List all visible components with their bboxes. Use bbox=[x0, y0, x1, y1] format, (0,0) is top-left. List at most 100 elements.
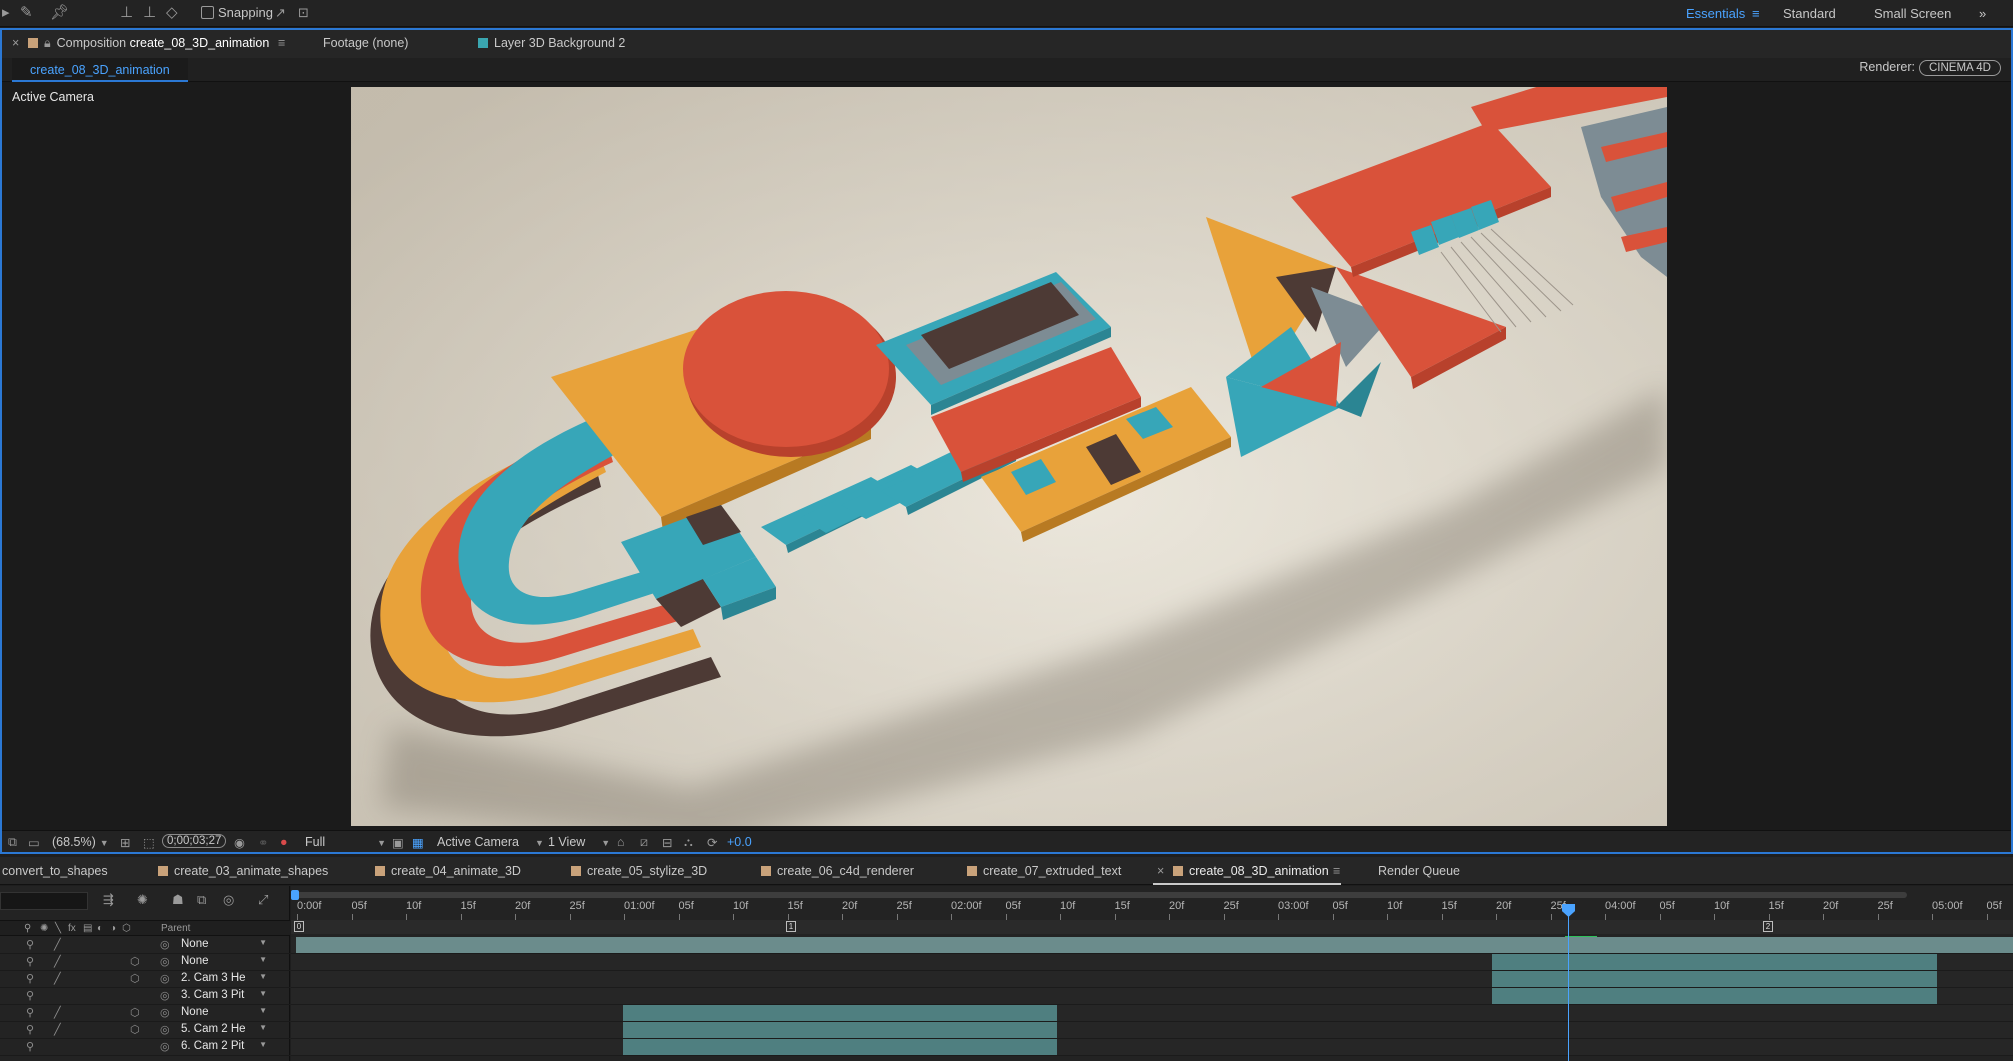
layer-row[interactable]: ⚲ ╱ ⬡ ◎ None ▼ bbox=[0, 1005, 290, 1022]
shy-icon[interactable]: ⚲ bbox=[26, 938, 34, 951]
tab-create-04[interactable]: create_04_animate_3D bbox=[375, 864, 521, 878]
lock-icon[interactable]: 🔒︎ bbox=[44, 36, 51, 50]
parent-dropdown[interactable]: None ▼ bbox=[181, 938, 267, 952]
3d-layer-icon[interactable]: ⬡ bbox=[130, 1023, 140, 1036]
quality-icon[interactable]: ╱ bbox=[54, 955, 61, 968]
fast-previews-icon[interactable]: ⧄ bbox=[640, 835, 648, 850]
composition-marker[interactable]: 0 bbox=[294, 921, 304, 932]
reset-exposure-icon[interactable]: ⟳ bbox=[707, 835, 717, 850]
shy-icon[interactable]: ⚲ bbox=[26, 1006, 34, 1019]
world-axis-icon[interactable]: ⊥ bbox=[143, 4, 156, 22]
timecode-display[interactable]: 0;00;03;27 bbox=[162, 834, 227, 848]
current-time-indicator[interactable] bbox=[1568, 904, 1569, 1061]
pick-whip-icon[interactable]: ◎ bbox=[160, 1023, 170, 1036]
color-channels-icon[interactable]: ● bbox=[280, 835, 288, 849]
composition-marker[interactable]: 1 bbox=[786, 921, 796, 932]
workspace-overflow-icon[interactable]: » bbox=[1979, 6, 1986, 21]
workspace-menu-icon[interactable]: ≡ bbox=[1752, 6, 1760, 21]
layer-row[interactable]: ⚲ ◎ 6. Cam 2 Pit ▼ bbox=[0, 1039, 290, 1056]
snap-option-icon[interactable]: ↗ bbox=[275, 4, 286, 22]
time-ruler[interactable]: 0:00f 05f 10f 15f 20f 25f 01:00f 05f 10f 15f 20f 25… bbox=[291, 900, 2013, 920]
shy-layers-icon[interactable]: ☗ bbox=[172, 892, 184, 908]
monitor-icon[interactable]: ▭ bbox=[28, 835, 40, 850]
pick-whip-icon[interactable]: ◎ bbox=[160, 938, 170, 951]
toggle-pixel-aspect-icon[interactable]: ⌂ bbox=[617, 835, 625, 849]
snapshot-icon[interactable]: ◉ bbox=[234, 835, 245, 850]
pick-whip-icon[interactable]: ◎ bbox=[160, 989, 170, 1002]
motion-blur-icon[interactable]: ◎ bbox=[223, 892, 234, 908]
layer-bar[interactable] bbox=[1492, 971, 1937, 987]
camera-view-dropdown[interactable]: Active Camera ▼ bbox=[437, 835, 544, 849]
timeline-menu-icon[interactable]: ≡ bbox=[1333, 864, 1340, 878]
tab-create-06[interactable]: create_06_c4d_renderer bbox=[761, 864, 914, 878]
tool-caret-icon[interactable]: ▸ bbox=[2, 4, 10, 22]
always-preview-icon[interactable]: ⧉ bbox=[8, 835, 17, 850]
timeline-link-icon[interactable]: ⊟ bbox=[662, 835, 672, 850]
puppet-pin-icon[interactable]: 📌︎ bbox=[50, 4, 69, 22]
workspace-essentials[interactable]: Essentials bbox=[1686, 6, 1745, 21]
tab-render-queue[interactable]: Render Queue bbox=[1378, 864, 1460, 878]
view-layout-dropdown[interactable]: 1 View ▼ bbox=[548, 835, 610, 849]
layer-search-input[interactable] bbox=[0, 892, 88, 910]
frame-blending-icon[interactable]: ⧉ bbox=[197, 892, 206, 908]
region-of-interest-icon[interactable]: ▣ bbox=[392, 835, 404, 850]
layer-row[interactable]: ⚲ ╱ ⬡ ◎ 2. Cam 3 He ▼ bbox=[0, 971, 290, 988]
layer-tab[interactable]: Layer 3D Background 2 bbox=[478, 36, 625, 50]
layer-row[interactable]: ⚲ ╱ ◎ None ▼ bbox=[0, 937, 290, 954]
shy-icon[interactable]: ⚲ bbox=[26, 1040, 34, 1053]
pick-whip-icon[interactable]: ◎ bbox=[160, 955, 170, 968]
workspace-small-screen[interactable]: Small Screen bbox=[1874, 6, 1951, 21]
shy-icon[interactable]: ⚲ bbox=[26, 955, 34, 968]
3d-layer-icon[interactable]: ⬡ bbox=[130, 972, 140, 985]
shy-icon[interactable]: ⚲ bbox=[26, 972, 34, 985]
resolution-dropdown[interactable]: Full ▼ bbox=[305, 835, 386, 849]
tab-create-07[interactable]: create_07_extruded_text bbox=[967, 864, 1121, 878]
composition-tab[interactable]: 🔒︎ Composition create_08_3D_animation bbox=[28, 36, 269, 51]
work-area-bar[interactable] bbox=[291, 890, 1907, 900]
3d-layer-icon[interactable]: ⬡ bbox=[130, 955, 140, 968]
pick-whip-icon[interactable]: ◎ bbox=[160, 1040, 170, 1053]
composition-marker[interactable]: 2 bbox=[1763, 921, 1773, 932]
tab-create-08[interactable]: create_08_3D_animation bbox=[1153, 864, 1341, 885]
show-snapshot-icon[interactable]: ⚭ bbox=[258, 835, 268, 850]
comp-mini-flowchart-icon[interactable]: ⇶ bbox=[103, 892, 114, 908]
snapping-checkbox[interactable] bbox=[201, 6, 214, 19]
transparency-grid-icon[interactable]: ▦ bbox=[412, 835, 424, 850]
layer-bar[interactable] bbox=[1492, 988, 1937, 1004]
renderer-control[interactable]: Renderer: CINEMA 4D bbox=[1859, 60, 2001, 76]
tab-convert-to-shapes[interactable]: convert_to_shapes bbox=[2, 864, 108, 878]
quality-icon[interactable]: ╱ bbox=[54, 972, 61, 985]
tab-close-icon[interactable]: × bbox=[1157, 864, 1164, 878]
timeline-area[interactable]: 0:00f 05f 10f 15f 20f 25f 01:00f 05f 10f 15f 20f 25… bbox=[291, 886, 2013, 1061]
snap-extend-icon[interactable]: ⊡ bbox=[298, 4, 309, 22]
composition-subtab[interactable]: create_08_3D_animation bbox=[12, 58, 188, 82]
workspace-standard[interactable]: Standard bbox=[1783, 6, 1836, 21]
graph-editor-icon[interactable]: ⤢ bbox=[258, 892, 268, 908]
parent-dropdown[interactable]: 6. Cam 2 Pit ▼ bbox=[181, 1040, 267, 1054]
draft-3d-icon[interactable]: ✺ bbox=[137, 892, 148, 908]
layer-bar[interactable] bbox=[296, 937, 2013, 953]
safe-zones-icon[interactable]: ⬚ bbox=[143, 835, 155, 850]
footage-tab[interactable]: Footage (none) bbox=[323, 36, 408, 50]
layer-bar[interactable] bbox=[1492, 954, 1937, 970]
roto-brush-icon[interactable]: ✎ bbox=[20, 4, 33, 22]
pick-whip-icon[interactable]: ◎ bbox=[160, 1006, 170, 1019]
tab-create-05[interactable]: create_05_stylize_3D bbox=[571, 864, 707, 878]
shy-icon[interactable]: ⚲ bbox=[26, 1023, 34, 1036]
fit-icon[interactable]: ⊞ bbox=[120, 835, 130, 850]
quality-icon[interactable]: ╱ bbox=[54, 938, 61, 951]
local-axis-icon[interactable]: ⊥ bbox=[120, 4, 133, 22]
layer-bar[interactable] bbox=[623, 1005, 1057, 1021]
layer-bar[interactable] bbox=[623, 1022, 1057, 1038]
zoom-dropdown[interactable]: (68.5%) ▼ bbox=[52, 835, 109, 849]
shy-icon[interactable]: ⚲ bbox=[26, 989, 34, 1002]
parent-dropdown[interactable]: None ▼ bbox=[181, 1006, 267, 1020]
3d-layer-icon[interactable]: ⬡ bbox=[130, 1006, 140, 1019]
parent-dropdown[interactable]: 2. Cam 3 He ▼ bbox=[181, 972, 267, 986]
composition-viewer[interactable] bbox=[351, 87, 1667, 826]
tab-create-03[interactable]: create_03_animate_shapes bbox=[158, 864, 328, 878]
parent-dropdown[interactable]: 5. Cam 2 He ▼ bbox=[181, 1023, 267, 1037]
parent-dropdown[interactable]: 3. Cam 3 Pit ▼ bbox=[181, 989, 267, 1003]
parent-dropdown[interactable]: None ▼ bbox=[181, 955, 267, 969]
renderer-button[interactable]: CINEMA 4D bbox=[1919, 60, 2001, 76]
